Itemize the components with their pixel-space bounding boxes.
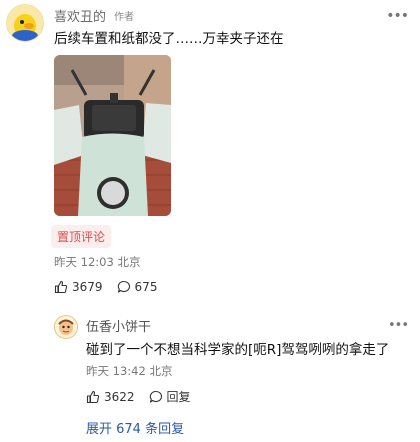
author-row: 喜欢丑的 作者 — [54, 6, 134, 25]
more-icon[interactable]: ••• — [386, 8, 409, 24]
comment-timestamp: 昨天 12:03 北京 — [54, 255, 141, 269]
reply-like-button[interactable]: 3622 — [86, 390, 135, 404]
like-button[interactable]: 3679 — [54, 280, 103, 294]
comment-bubble-icon — [117, 280, 130, 293]
comment-photo[interactable] — [54, 55, 171, 216]
reply-count-button[interactable]: 675 — [117, 280, 158, 294]
reply-text: 碰到了一个不想当科学家的[呃R]驾驾咧咧的拿走了 — [86, 342, 390, 358]
duck-avatar-icon — [7, 5, 43, 41]
reply-timestamp: 昨天 13:42 北京 — [86, 364, 173, 378]
cartoon-avatar-icon — [55, 316, 77, 338]
reply-count: 675 — [134, 280, 158, 294]
comment-text: 后续车置和纸都没了……万幸夹子还在 — [54, 31, 284, 47]
author-avatar[interactable] — [6, 4, 44, 42]
reply-actions: 3622 回复 — [86, 388, 191, 405]
reply-author-avatar[interactable] — [54, 315, 78, 339]
pinned-comment-badge: 置顶评论 — [51, 225, 112, 248]
like-count: 3679 — [72, 280, 103, 294]
reply-more-icon[interactable]: ••• — [388, 318, 409, 333]
expand-replies-link[interactable]: 展开 674 条回复 — [86, 418, 184, 437]
comment-bubble-icon — [149, 390, 162, 403]
comment-actions: 3679 675 — [54, 280, 157, 294]
reply-button[interactable]: 回复 — [149, 388, 191, 405]
author-name[interactable]: 喜欢丑的 — [54, 6, 106, 25]
thumb-up-icon — [54, 280, 68, 294]
reply-like-count: 3622 — [104, 389, 135, 404]
reply-author-name[interactable]: 伍香小饼干 — [86, 316, 151, 335]
thumb-up-icon — [86, 390, 100, 403]
author-tag: 作者 — [114, 12, 135, 23]
reply-button-label: 回复 — [166, 390, 191, 404]
